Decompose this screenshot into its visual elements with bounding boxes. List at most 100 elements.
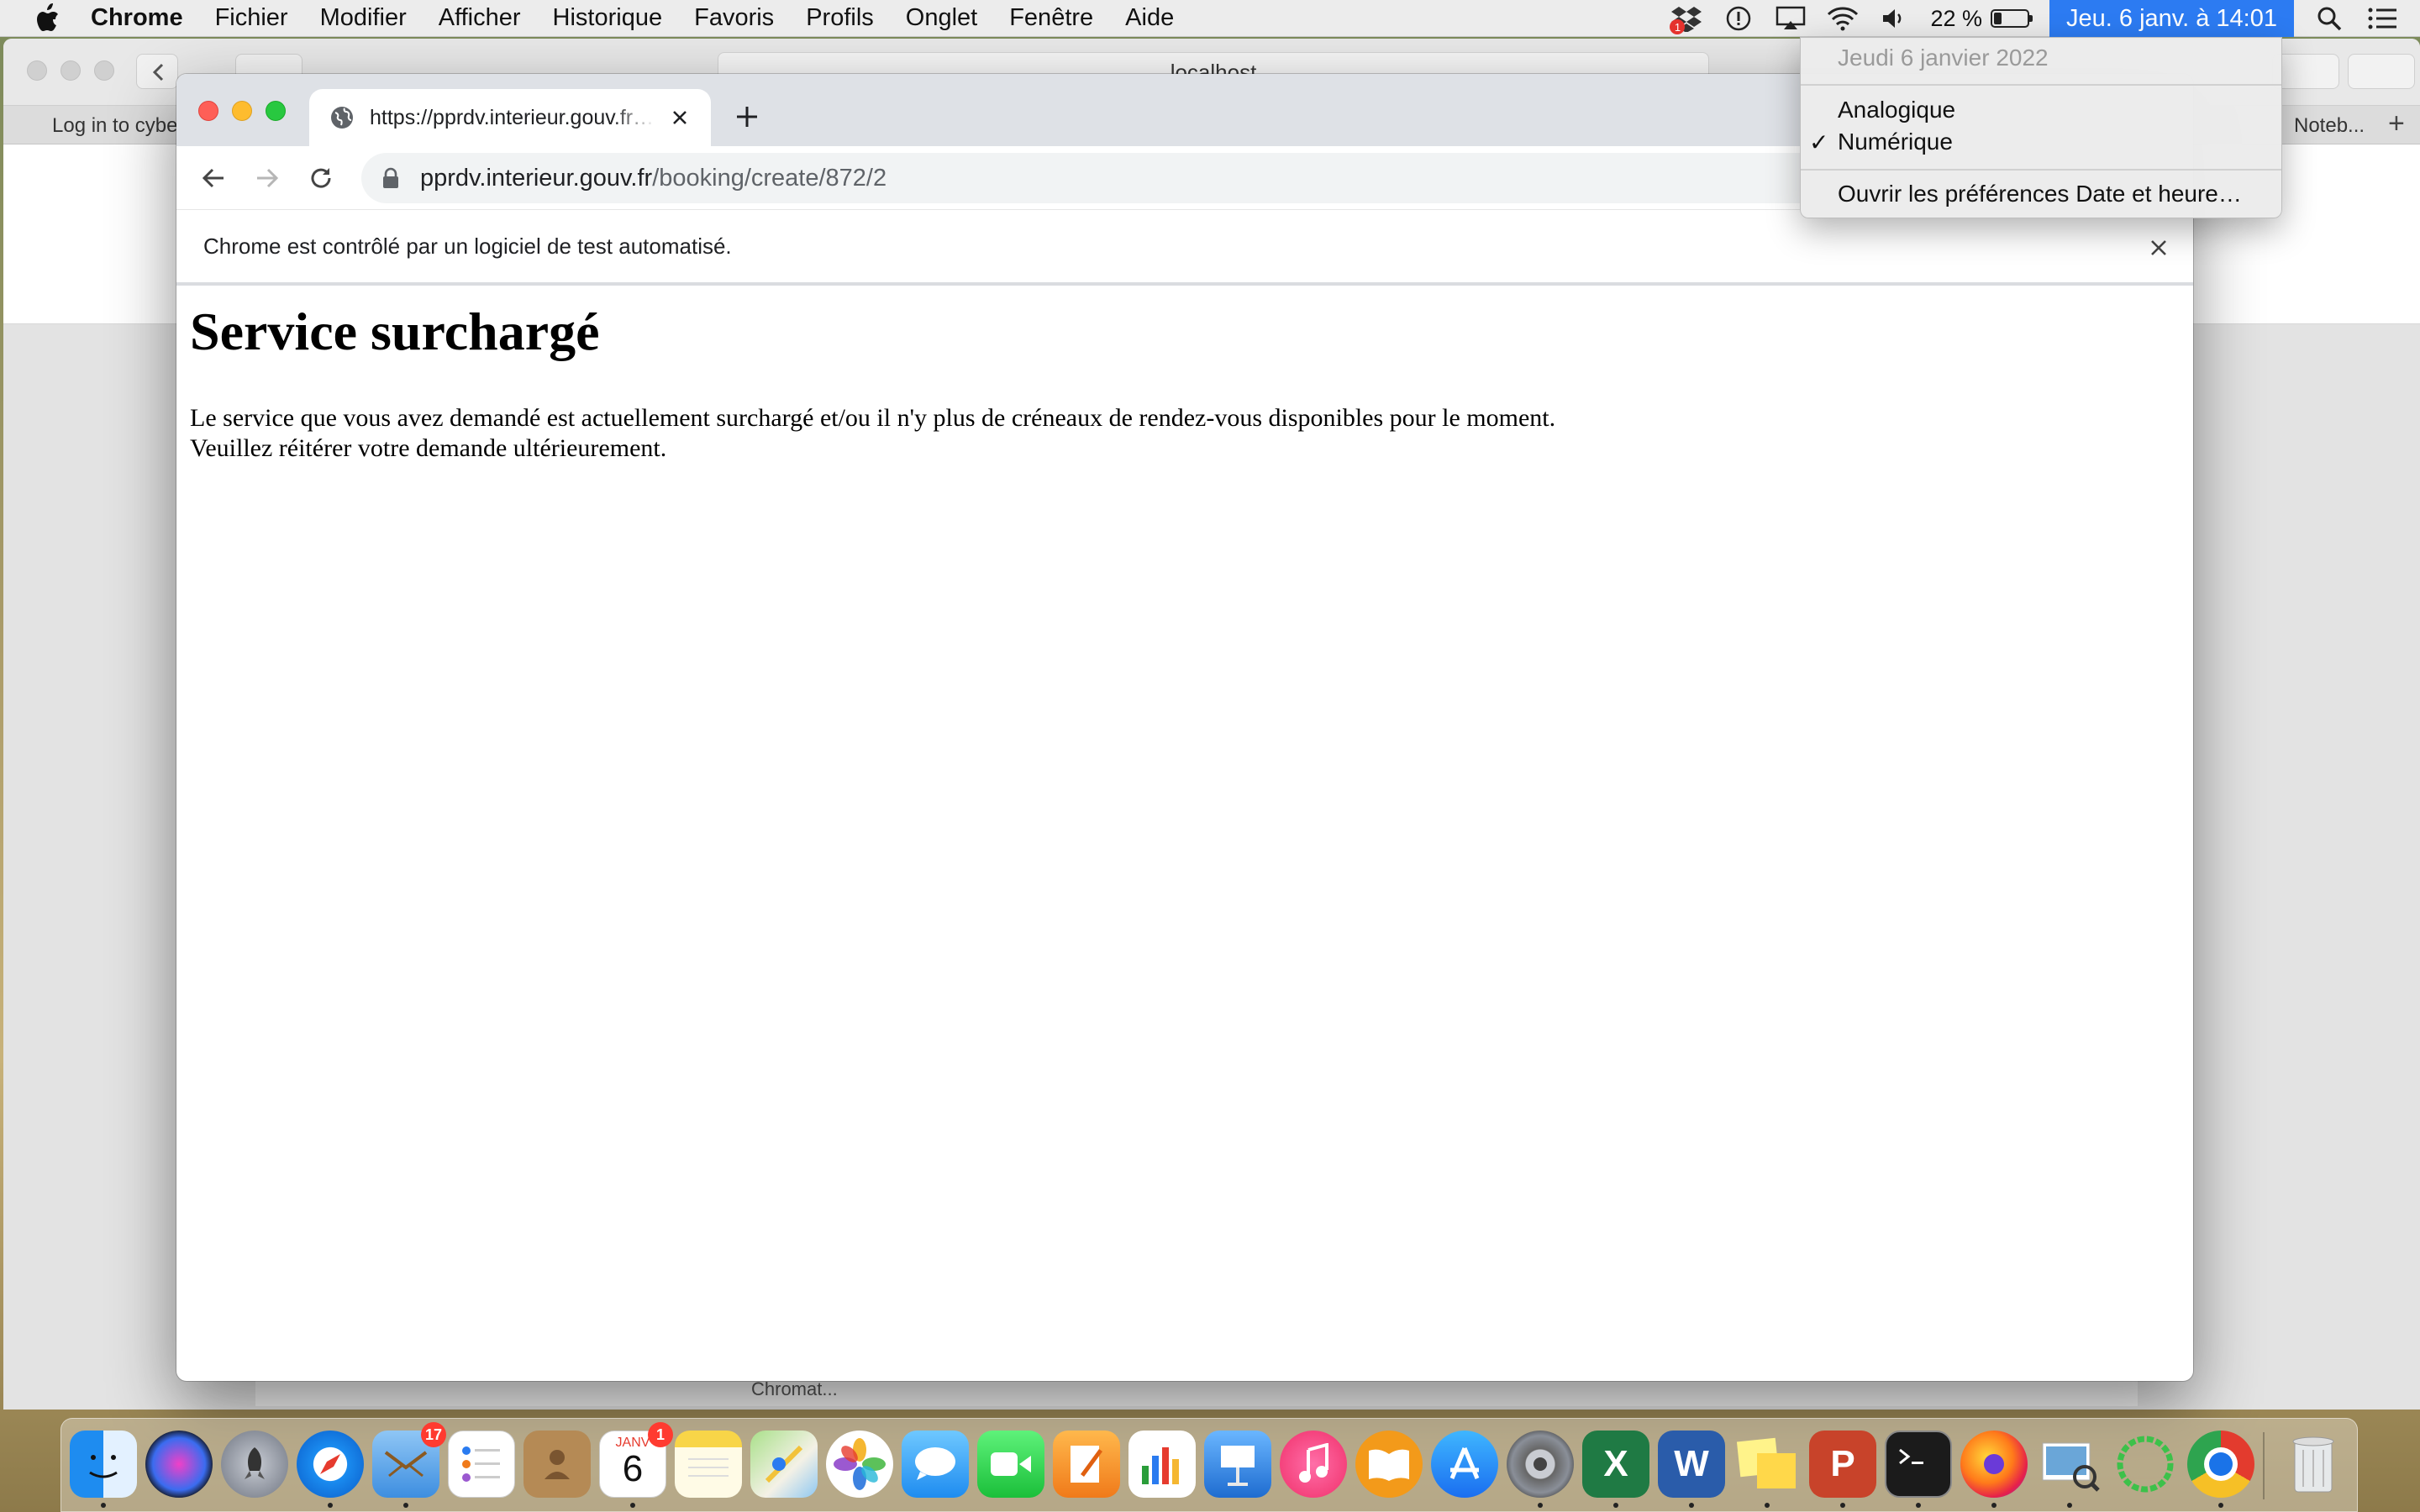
new-tab-plus-icon[interactable] <box>733 102 761 131</box>
globe-icon <box>331 107 353 129</box>
messages-icon[interactable] <box>902 1431 969 1498</box>
automation-infobar: Chrome est contrôlé par un logiciel de t… <box>176 210 2193 286</box>
bg-tab-notebook[interactable]: Noteb... <box>2294 114 2365 138</box>
page-content: Service surchargé Le service que vous av… <box>176 286 2193 475</box>
menu-favoris[interactable]: Favoris <box>694 4 774 32</box>
active-tab[interactable]: https://pprdv.interieur.gouv.fr/booking/… <box>309 89 711 146</box>
date-label: Jeudi 6 janvier 2022 <box>1838 45 2049 71</box>
notes-icon[interactable] <box>675 1431 742 1498</box>
chrome-icon[interactable] <box>2187 1431 2254 1498</box>
keynote-icon[interactable] <box>1204 1431 1271 1498</box>
powerpoint-icon[interactable]: P <box>1809 1431 1876 1498</box>
battery-icon[interactable] <box>1991 9 2033 28</box>
digital-option[interactable]: Numérique <box>1838 129 1953 155</box>
url-path: /booking/create/872/2 <box>652 164 887 192</box>
tab-title: https://pprdv.interieur.gouv.fr/booking/… <box>370 105 655 129</box>
siri-icon[interactable] <box>145 1431 213 1498</box>
app-store-icon[interactable] <box>1431 1431 1498 1498</box>
menu-bar: Chrome Fichier Modifier Afficher Histori… <box>0 0 2420 37</box>
zoom-window-button[interactable] <box>266 101 286 121</box>
apple-menu-icon[interactable] <box>34 3 60 34</box>
maps-icon[interactable] <box>750 1431 818 1498</box>
running-indicator <box>1765 1503 1770 1508</box>
bg-share-button[interactable] <box>2272 54 2339 89</box>
forward-arrow-icon[interactable] <box>250 161 284 195</box>
close-infobar-icon[interactable] <box>2146 235 2171 260</box>
menu-clock[interactable]: Jeu. 6 janv. à 14:01 <box>2049 0 2294 37</box>
bg-new-tab-button[interactable]: + <box>2388 108 2405 140</box>
chevron-left-icon <box>152 63 164 81</box>
firefox-icon[interactable] <box>1960 1431 2028 1498</box>
word-icon[interactable]: W <box>1658 1431 1725 1498</box>
finder-icon[interactable] <box>70 1431 137 1498</box>
close-window-button[interactable] <box>198 101 218 121</box>
menu-app-chrome[interactable]: Chrome <box>91 4 183 32</box>
calendar-day: 6 <box>622 1448 644 1489</box>
reminders-icon[interactable] <box>448 1431 515 1498</box>
trash-icon[interactable] <box>2280 1431 2347 1498</box>
excel-letter-icon: X <box>1603 1443 1628 1484</box>
system-preferences-icon[interactable] <box>1507 1431 1574 1498</box>
spotlight-search-icon[interactable] <box>2312 2 2346 35</box>
bg-close-button[interactable] <box>27 60 47 81</box>
menu-modifier[interactable]: Modifier <box>320 4 407 32</box>
menu-historique[interactable]: Historique <box>553 4 663 32</box>
terminal-icon[interactable] <box>1885 1431 1952 1498</box>
running-indicator <box>1840 1503 1845 1508</box>
powerpoint-letter-icon: P <box>1830 1443 1855 1484</box>
books-icon[interactable] <box>1355 1431 1423 1498</box>
page-title: Service surchargé <box>190 302 600 361</box>
status-area: 1 22 % Jeu. 6 janv. à 14:01 <box>1670 0 2420 37</box>
contacts-icon[interactable] <box>523 1431 591 1498</box>
menu-aide[interactable]: Aide <box>1125 4 1174 32</box>
menu-afficher[interactable]: Afficher <box>439 4 521 32</box>
music-icon[interactable] <box>1280 1431 1347 1498</box>
bg-back-button[interactable] <box>136 54 178 89</box>
date-dropdown-menu: Jeudi 6 janvier 2022 Analogique ✓ Numéri… <box>1800 37 2282 218</box>
menu-fenetre[interactable]: Fenêtre <box>1009 4 1093 32</box>
lock-icon[interactable] <box>381 167 400 189</box>
bg-minimize-button[interactable] <box>60 60 81 81</box>
wifi-icon[interactable] <box>1826 4 1860 33</box>
launchpad-icon[interactable] <box>221 1431 288 1498</box>
analog-option[interactable]: Analogique <box>1838 97 1955 123</box>
photos-icon[interactable] <box>826 1431 893 1498</box>
running-indicator <box>101 1503 106 1508</box>
facetime-icon[interactable] <box>977 1431 1044 1498</box>
date-preferences-item[interactable]: Ouvrir les préférences Date et heure… <box>1838 181 2242 207</box>
running-indicator <box>328 1503 333 1508</box>
activity-icon[interactable] <box>2112 1431 2179 1498</box>
close-tab-icon[interactable] <box>669 107 691 129</box>
pages-icon[interactable] <box>1053 1431 1120 1498</box>
preview-icon[interactable] <box>2036 1431 2103 1498</box>
menu-onglet[interactable]: Onglet <box>906 4 977 32</box>
running-indicator <box>1689 1503 1694 1508</box>
notification-center-icon[interactable] <box>2366 2 2400 35</box>
reload-icon[interactable] <box>304 161 338 195</box>
running-indicator <box>1538 1503 1543 1508</box>
menu-separator <box>1801 84 2281 86</box>
bg-tabs-button[interactable] <box>2348 54 2415 89</box>
stickies-icon[interactable] <box>1733 1431 1801 1498</box>
alert-icon[interactable] <box>1722 4 1755 33</box>
minimize-window-button[interactable] <box>232 101 252 121</box>
bg-zoom-button[interactable] <box>94 60 114 81</box>
volume-icon[interactable] <box>1878 4 1912 33</box>
bg-bottom-text: Chromat... <box>751 1378 838 1399</box>
menu-fichier[interactable]: Fichier <box>215 4 288 32</box>
running-indicator <box>1916 1503 1921 1508</box>
airplay-icon[interactable] <box>1774 4 1807 33</box>
numbers-icon[interactable] <box>1128 1431 1196 1498</box>
dropbox-icon[interactable]: 1 <box>1670 4 1703 34</box>
calendar-badge: 1 <box>648 1422 673 1447</box>
menu-profils[interactable]: Profils <box>806 4 874 32</box>
checkmark-icon: ✓ <box>1809 129 1829 155</box>
back-arrow-icon[interactable] <box>197 161 230 195</box>
page-message-line-2: Veuillez réitérer votre demande ultérieu… <box>190 434 667 462</box>
safari-icon[interactable] <box>297 1431 364 1498</box>
bg-tab-login[interactable]: Log in to cybe <box>52 114 177 138</box>
word-letter-icon: W <box>1674 1443 1709 1484</box>
menu-separator <box>1801 169 2281 171</box>
excel-icon[interactable]: X <box>1582 1431 1649 1498</box>
dropbox-badge: 1 <box>1670 19 1686 34</box>
